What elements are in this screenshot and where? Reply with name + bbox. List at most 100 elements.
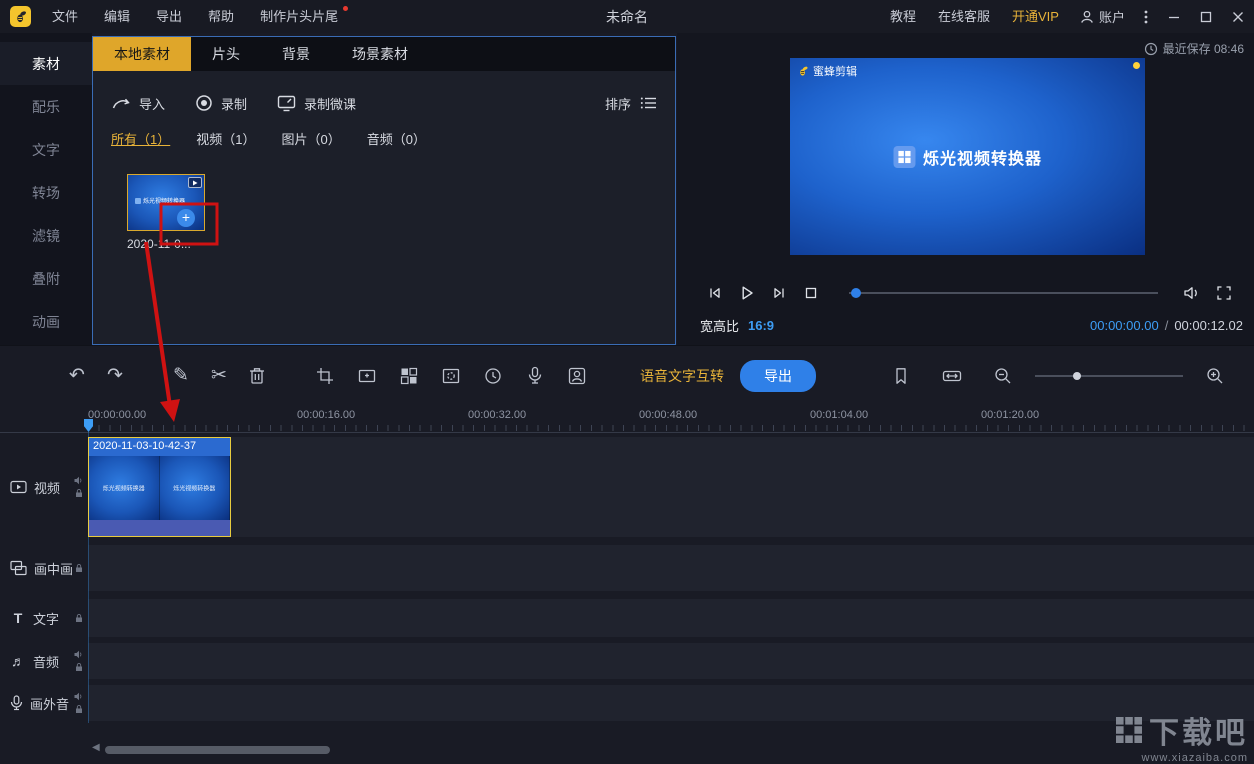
record-label: 录制 <box>221 94 247 113</box>
media-panel: 本地素材 片头 背景 场景素材 导入 录制 录制微课 排序 所有 <box>92 36 676 345</box>
lock-toggle-icon[interactable] <box>75 564 83 573</box>
filter-all[interactable]: 所有（1） <box>111 129 170 148</box>
new-feature-badge <box>343 6 348 11</box>
track-fit-button[interactable] <box>933 357 971 395</box>
volume-button[interactable] <box>1176 285 1208 301</box>
record-lesson-button[interactable]: 录制微课 <box>277 94 356 113</box>
stop-button[interactable] <box>795 285 827 301</box>
record-button[interactable]: 录制 <box>195 94 247 113</box>
zoom-crop-button[interactable] <box>346 357 388 395</box>
next-frame-button[interactable] <box>763 285 795 301</box>
media-grid: 烁光视频转换器 + 2020-11-0... <box>93 154 675 251</box>
mute-toggle-icon[interactable] <box>74 651 83 659</box>
undo-button[interactable]: ↶ <box>58 357 96 395</box>
last-saved-status: 最近保存 08:46 <box>1144 40 1244 57</box>
speech-text-convert-button[interactable]: 语音文字互转 <box>640 366 724 386</box>
lock-toggle-icon[interactable] <box>75 614 83 623</box>
vip-upgrade-link[interactable]: 开通VIP <box>1001 0 1070 33</box>
tab-background[interactable]: 背景 <box>261 37 331 71</box>
tab-local-media[interactable]: 本地素材 <box>93 37 191 71</box>
tutorial-link[interactable]: 教程 <box>879 0 927 33</box>
record-lesson-icon <box>277 94 296 112</box>
media-filter-row: 所有（1） 视频（1） 图片（0） 音频（0） <box>93 125 675 154</box>
total-time: 00:00:12.02 <box>1174 318 1243 333</box>
minimize-button[interactable] <box>1158 0 1190 33</box>
lock-toggle-icon[interactable] <box>75 705 83 714</box>
delete-button[interactable] <box>238 357 276 395</box>
portrait-button[interactable] <box>556 357 598 395</box>
volume-icon <box>1183 285 1201 301</box>
more-menu-button[interactable] <box>1134 9 1158 25</box>
sidebar-item-music[interactable]: 配乐 <box>0 85 92 128</box>
crop-button[interactable] <box>304 357 346 395</box>
aspect-ratio-value[interactable]: 16:9 <box>748 318 774 333</box>
record-icon <box>195 94 213 112</box>
redo-button[interactable]: ↷ <box>96 357 134 395</box>
mosaic-button[interactable] <box>388 357 430 395</box>
sidebar-item-text[interactable]: 文字 <box>0 128 92 171</box>
media-item[interactable]: 烁光视频转换器 + 2020-11-0... <box>127 174 209 251</box>
track-audio: ♬ 音频 <box>0 643 1254 679</box>
media-item-thumbnail[interactable]: 烁光视频转换器 + <box>127 174 205 231</box>
fullscreen-button[interactable] <box>1208 285 1240 301</box>
playback-progress-slider[interactable] <box>849 292 1158 294</box>
export-button[interactable]: 导出 <box>740 360 816 392</box>
sidebar-item-transition[interactable]: 转场 <box>0 171 92 214</box>
lock-toggle-icon[interactable] <box>75 663 83 672</box>
account-label: 账户 <box>1099 7 1125 26</box>
previous-frame-button[interactable] <box>699 285 731 301</box>
timeline-video-clip[interactable]: 2020-11-03-10-42-37 烁光视频转换器 烁光视频转换器 <box>88 437 231 537</box>
lock-toggle-icon[interactable] <box>75 489 83 498</box>
import-button[interactable]: 导入 <box>111 94 165 113</box>
menu-make-intro-outro[interactable]: 制作片头片尾 <box>247 0 351 33</box>
mute-toggle-icon[interactable] <box>74 693 83 701</box>
video-track-toggles <box>74 477 83 498</box>
filter-image[interactable]: 图片（0） <box>281 129 340 148</box>
microphone-icon <box>527 366 543 385</box>
stop-icon <box>803 285 819 301</box>
playback-progress-handle[interactable] <box>851 288 861 298</box>
mask-button[interactable] <box>430 357 472 395</box>
filter-video[interactable]: 视频（1） <box>196 129 255 148</box>
play-button[interactable] <box>731 284 763 302</box>
timeline-zoom-slider[interactable] <box>1035 375 1183 377</box>
zoom-in-button[interactable] <box>1196 357 1234 395</box>
menu-edit[interactable]: 编辑 <box>91 0 143 33</box>
bookmark-button[interactable] <box>882 357 920 395</box>
mute-toggle-icon[interactable] <box>74 477 83 485</box>
sidebar-item-media[interactable]: 素材 <box>0 42 92 85</box>
voice-record-button[interactable] <box>514 357 556 395</box>
split-button[interactable]: ✂ <box>200 357 238 395</box>
video-preview-content: 蜜蜂剪辑 烁光视频转换器 <box>790 58 1145 255</box>
last-saved-label: 最近保存 08:46 <box>1163 40 1244 57</box>
online-support-link[interactable]: 在线客服 <box>927 0 1001 33</box>
filter-audio[interactable]: 音频（0） <box>367 129 426 148</box>
close-button[interactable] <box>1222 0 1254 33</box>
timeline-panel: 00:00:00.00 00:00:16.00 00:00:32.00 00:0… <box>0 405 1254 764</box>
tab-intro[interactable]: 片头 <box>191 37 261 71</box>
thumbnail-logo-icon <box>135 198 141 204</box>
sidebar-item-animation[interactable]: 动画 <box>0 300 92 343</box>
horizontal-scrollbar[interactable] <box>105 746 330 754</box>
titlebar-right: 教程 在线客服 开通VIP 账户 <box>879 0 1254 33</box>
clip-thumbnail-frame: 烁光视频转换器 <box>160 456 231 520</box>
account-button[interactable]: 账户 <box>1070 7 1134 26</box>
app-watermark-label: 蜜蜂剪辑 <box>813 63 857 79</box>
sidebar-item-overlay[interactable]: 叠附 <box>0 257 92 300</box>
add-to-timeline-button[interactable]: + <box>177 209 195 227</box>
left-sidebar: 素材 配乐 文字 转场 滤镜 叠附 动画 <box>0 33 92 345</box>
edit-button[interactable]: ✎ <box>162 357 200 395</box>
zoom-out-button[interactable] <box>984 357 1022 395</box>
sidebar-item-filter[interactable]: 滤镜 <box>0 214 92 257</box>
menu-file[interactable]: 文件 <box>39 0 91 33</box>
tab-scene-media[interactable]: 场景素材 <box>331 37 429 71</box>
track-video: 2020-11-03-10-42-37 烁光视频转换器 烁光视频转换器 视频 <box>0 437 1254 537</box>
clip-thumbnails: 烁光视频转换器 烁光视频转换器 <box>89 456 230 520</box>
timeline-zoom-handle[interactable] <box>1073 372 1081 380</box>
scroll-left-arrow[interactable]: ◀ <box>92 742 100 753</box>
menu-export[interactable]: 导出 <box>143 0 195 33</box>
maximize-button[interactable] <box>1190 0 1222 33</box>
speed-button[interactable] <box>472 357 514 395</box>
sort-button[interactable]: 排序 <box>605 94 657 113</box>
menu-help[interactable]: 帮助 <box>195 0 247 33</box>
